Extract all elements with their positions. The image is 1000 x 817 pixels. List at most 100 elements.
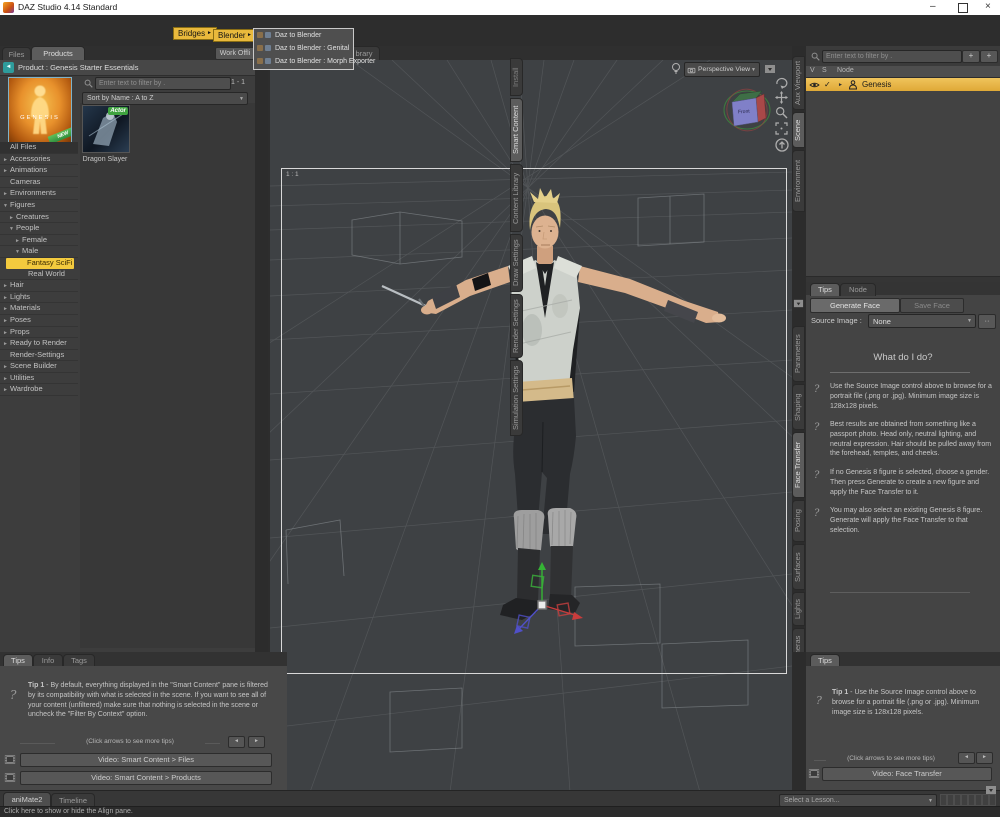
work-offline-button[interactable]: Work Offli — [215, 47, 255, 60]
more-tips-label: (Click arrows to see more tips) — [826, 755, 956, 762]
category-fantasy-scifi[interactable]: Fantasy SciFi — [6, 258, 74, 269]
menu-item-daz-to-blender-genital[interactable]: Daz to Blender : Genital — [254, 42, 353, 55]
asset-thumbnail[interactable]: Actor — [82, 105, 130, 153]
menu-bridges[interactable]: Bridges► — [173, 27, 217, 40]
tab-ft-node[interactable]: Node — [840, 283, 876, 296]
save-face-button[interactable]: Save Face — [900, 298, 964, 313]
scene-tree-empty[interactable] — [806, 91, 1000, 276]
minimize-button[interactable]: – — [930, 1, 936, 12]
filter-input[interactable]: Enter text to filter by . — [95, 77, 231, 90]
tab-simulation-settings[interactable]: Simulation Settings — [510, 360, 523, 436]
category-lights[interactable]: ►Lights — [0, 292, 78, 304]
tab-ft-tips[interactable]: Tips — [810, 283, 840, 296]
add-filter-button[interactable]: + — [962, 50, 980, 63]
lesson-step-button[interactable] — [954, 794, 961, 806]
category-ready-to-render[interactable]: ►Ready to Render — [0, 338, 78, 350]
viewport[interactable]: 1 : 1 — [270, 60, 792, 792]
menu-item-daz-to-blender[interactable]: Daz to Blender — [254, 29, 353, 42]
tab-surfaces[interactable]: Surfaces — [792, 544, 805, 590]
source-image-dropdown[interactable]: None ▼ — [868, 314, 976, 328]
tab-products[interactable]: Products — [31, 46, 85, 61]
category-real-world[interactable]: Real World — [0, 269, 78, 281]
lesson-step-button[interactable] — [975, 794, 982, 806]
category-male[interactable]: ▼Male — [0, 246, 78, 258]
tab-animate2[interactable]: aniMate2 — [3, 792, 51, 807]
sort-dropdown[interactable]: Sort by Name : A to Z ▼ — [82, 92, 248, 105]
tab-lights[interactable]: Lights — [792, 592, 805, 626]
close-button[interactable]: × — [985, 1, 991, 12]
category-utilities[interactable]: ►Utilities — [0, 373, 78, 385]
status-text: Click here to show or hide the Align pan… — [4, 808, 133, 815]
tab-content-library[interactable]: Content Library — [510, 164, 523, 232]
pane-options-icon[interactable] — [985, 783, 997, 801]
tab-face-transfer[interactable]: Face Transfer — [792, 432, 805, 498]
view-cube[interactable]: Front — [722, 82, 774, 140]
category-poses[interactable]: ►Poses — [0, 315, 78, 327]
next-tip-button[interactable]: ► — [976, 752, 993, 764]
video-face-transfer-button[interactable]: Video: Face Transfer — [822, 767, 992, 781]
prev-tip-button[interactable]: ◄ — [958, 752, 975, 764]
next-tip-button[interactable]: ► — [248, 736, 265, 748]
category-wardrobe[interactable]: ►Wardrobe — [0, 384, 78, 396]
tab-environment[interactable]: Environment — [792, 150, 805, 212]
tip-bullet-icon: ? — [814, 470, 819, 481]
category-all-files[interactable]: All Files — [0, 142, 78, 154]
tab-files[interactable]: Files — [2, 47, 31, 61]
menu-blender[interactable]: Blender► — [213, 29, 257, 42]
tab-install[interactable]: Install — [510, 58, 523, 96]
menu-item-daz-to-blender-morph-exporter[interactable]: Daz to Blender : Morph Exporter — [254, 55, 353, 68]
search-icon — [84, 79, 93, 88]
tab-draw-settings[interactable]: Draw Settings — [510, 234, 523, 292]
category-materials[interactable]: ►Materials — [0, 303, 78, 315]
category-accessories[interactable]: ►Accessories — [0, 154, 78, 166]
status-bar[interactable]: Click here to show or hide the Align pan… — [0, 806, 1000, 817]
tab-posing[interactable]: Posing — [792, 500, 805, 542]
browse-button[interactable]: ·· — [978, 314, 996, 329]
category-creatures[interactable]: ►Creatures — [0, 212, 78, 224]
maximize-button[interactable] — [958, 3, 968, 13]
lesson-step-button[interactable] — [968, 794, 975, 806]
video-smart-content-products-button[interactable]: Video: Smart Content > Products — [20, 771, 272, 785]
category-people[interactable]: ▼People — [0, 223, 78, 235]
tab-shaping[interactable]: Shaping — [792, 384, 805, 430]
left-tips-pane: Tips Info Tags ? Tip 1 - By default, eve… — [0, 652, 287, 790]
category-animations[interactable]: ►Animations — [0, 165, 78, 177]
visibility-eye-icon[interactable] — [809, 81, 820, 89]
character-model[interactable] — [270, 60, 792, 792]
category-scene-builder[interactable]: ►Scene Builder — [0, 361, 78, 373]
prev-tip-button[interactable]: ◄ — [228, 736, 245, 748]
category-cameras[interactable]: Cameras — [0, 177, 78, 189]
content-tab-strip: Files Products Work Offli brary — [0, 46, 792, 60]
lesson-step-button[interactable] — [940, 794, 947, 806]
tab-parameters[interactable]: Parameters — [792, 326, 805, 382]
category-female[interactable]: ►Female — [0, 235, 78, 247]
category-render-settings[interactable]: Render-Settings — [0, 350, 78, 362]
category-figures[interactable]: ▼Figures — [0, 200, 78, 212]
category-props[interactable]: ►Props — [0, 327, 78, 339]
reset-view-icon[interactable] — [775, 138, 789, 157]
lighting-icon[interactable] — [670, 62, 682, 80]
category-environments[interactable]: ►Environments — [0, 188, 78, 200]
pane-dock-icon[interactable] — [793, 296, 804, 314]
tab-timeline[interactable]: Timeline — [51, 793, 95, 807]
lesson-step-button[interactable] — [947, 794, 954, 806]
right-tips-pane: Tips ? Tip 1 - Use the Source Image cont… — [792, 652, 1000, 790]
tab-render-settings[interactable]: Render Settings — [510, 294, 523, 358]
tip-bullet-icon: ? — [10, 688, 16, 702]
back-icon[interactable]: ◄ — [3, 62, 14, 73]
expand-arrow-icon[interactable]: ► — [838, 82, 843, 88]
scene-filter-input[interactable]: Enter text to filter by . — [822, 50, 962, 63]
generate-face-button[interactable]: Generate Face — [810, 298, 900, 313]
bottom-bar: aniMate2 Timeline Select a Lesson... ▼ — [0, 790, 1000, 807]
tab-aux-viewport[interactable]: Aux Viewport — [792, 56, 805, 110]
view-selector[interactable]: Perspective View ▼ — [684, 62, 760, 77]
add-filter-button-2[interactable]: + — [980, 50, 998, 63]
selectable-check-icon[interactable]: ✓ — [824, 80, 831, 89]
product-thumbnail[interactable]: GENESIS NEW — [8, 77, 72, 143]
scene-node-genesis[interactable]: ✓ ► Genesis — [806, 78, 1000, 91]
category-hair[interactable]: ►Hair — [0, 280, 78, 292]
tab-smart-content[interactable]: Smart Content — [510, 98, 523, 162]
tab-scene[interactable]: Scene — [792, 112, 805, 148]
video-smart-content-files-button[interactable]: Video: Smart Content > Files — [20, 753, 272, 767]
lesson-step-button[interactable] — [961, 794, 968, 806]
